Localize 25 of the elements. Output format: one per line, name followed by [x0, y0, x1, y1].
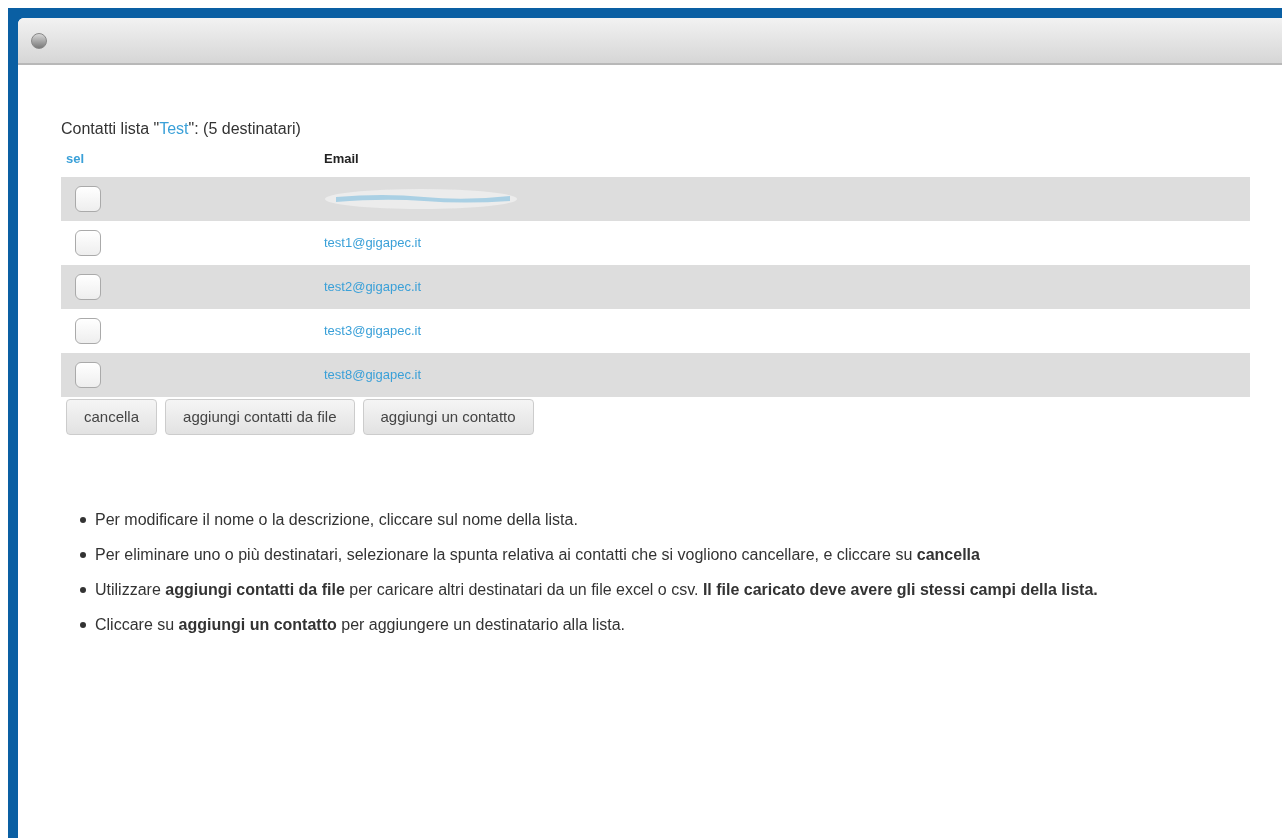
email-link[interactable]: test8@gigapec.it	[324, 365, 422, 385]
list-name-link[interactable]: Test	[159, 120, 189, 137]
help-note: Cliccare su aggiungi un contatto per aggiungere un destinatario alla lista.	[95, 615, 625, 635]
action-button[interactable]: aggiungi un contatto	[362, 399, 534, 435]
bullet-icon	[80, 587, 86, 593]
action-button[interactable]: cancella	[66, 399, 158, 435]
action-button[interactable]: aggiungi contatti da file	[165, 399, 355, 435]
help-note: Per eliminare uno o più destinatari, selezionare la spunta relativa ai contatti che si vogliono cancellare, e cliccare su cancella	[95, 545, 980, 565]
checkbox[interactable]	[75, 230, 101, 256]
email-link[interactable]: test3@gigapec.it	[324, 321, 422, 341]
column-header[interactable]: sel	[61, 149, 324, 169]
email-link[interactable]: test1@gigapec.it	[324, 233, 422, 253]
list-heading: Contatti lista "Test": (5 destinatari)	[61, 119, 301, 139]
checkbox[interactable]	[75, 274, 101, 300]
bullet-icon	[80, 552, 86, 558]
window-button[interactable]	[31, 32, 47, 49]
help-note: Utilizzare aggiungi contatti da file per caricare altri destinatari da un file excel o csv. Il file caricato deve avere gli stessi campi della lista.	[95, 580, 1098, 600]
column-header: Email	[324, 150, 359, 169]
checkbox[interactable]	[75, 318, 101, 344]
checkbox[interactable]	[75, 186, 101, 212]
email-link[interactable]: test2@gigapec.it	[324, 277, 422, 297]
checkbox[interactable]	[75, 362, 101, 388]
bullet-icon	[80, 517, 86, 523]
bullet-icon	[80, 622, 86, 628]
help-note: Per modificare il nome o la descrizione, cliccare sul nome della lista.	[95, 510, 578, 530]
